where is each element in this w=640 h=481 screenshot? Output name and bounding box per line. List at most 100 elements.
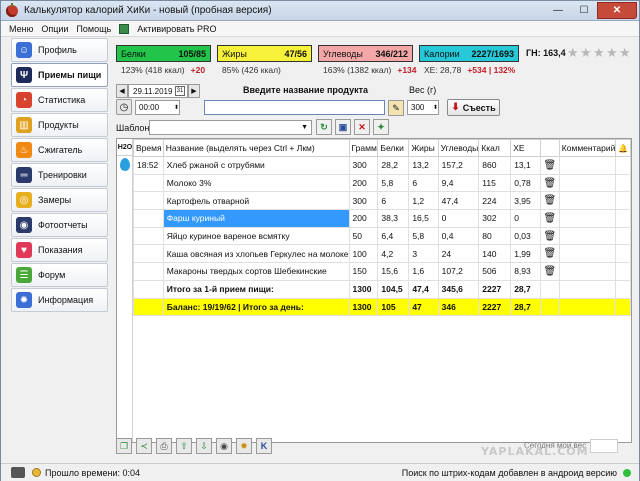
upload-icon[interactable]: ⇧ (176, 438, 192, 454)
sidebar-item[interactable]: ♨ Сжигатель (11, 138, 108, 162)
copy-icon[interactable]: ❐ (116, 438, 132, 454)
star-icon[interactable]: ★ (619, 46, 632, 59)
menu-help[interactable]: Помощь (76, 24, 111, 34)
cell (163, 333, 349, 351)
sidebar-item[interactable]: ═ Тренировки (11, 163, 108, 187)
cell: 224 (478, 191, 512, 211)
food-row[interactable]: Яйцо куриное вареное всмятку 50 6,4 5,8 0,4 8… (133, 226, 631, 246)
sidebar-item[interactable]: Ψ Приемы пищи (11, 63, 108, 87)
date-navigator: ◀ 29.11.2019 31 ▶ (116, 84, 200, 98)
trash-icon[interactable]: 🗑 (540, 226, 560, 246)
col-carbs[interactable]: Углеводы (437, 139, 480, 157)
time-field[interactable]: 00:00 ⬍ (135, 99, 180, 115)
product-input[interactable] (204, 100, 385, 115)
cell (134, 369, 164, 387)
vk-icon[interactable]: K (256, 438, 272, 454)
cell (378, 351, 409, 369)
sidebar-item[interactable]: ♥ Показания (11, 238, 108, 262)
trash-icon[interactable]: 🗑 (540, 191, 560, 211)
share-icon[interactable]: ≺ (136, 438, 152, 454)
star-icon[interactable]: ★ (567, 46, 580, 59)
template-select[interactable]: ▼ (149, 120, 312, 135)
day-balance-row[interactable]: Баланс: 19/19/62 | Итого за день: 1300 105… (133, 297, 631, 317)
clear-brush-icon[interactable]: ✎ (388, 100, 404, 116)
comment-cell[interactable] (558, 156, 617, 175)
minimize-button[interactable]: — (545, 2, 571, 19)
food-row[interactable]: Каша овсяная из хлопьев Геркулес на моло… (133, 244, 631, 264)
template-edit-icon[interactable]: ✦ (373, 119, 389, 135)
menu-main[interactable]: Меню (9, 24, 33, 34)
prev-day-button[interactable]: ◀ (116, 84, 128, 98)
next-day-button[interactable]: ▶ (188, 84, 200, 98)
col-time[interactable]: Время (133, 139, 164, 157)
date-picker[interactable]: 29.11.2019 31 (128, 84, 188, 98)
food-row[interactable]: Картофель отварной 300 6 1,2 47,4 224 3,95 🗑 (133, 191, 631, 211)
comment-cell[interactable] (558, 191, 617, 211)
today-weight-input[interactable] (590, 439, 618, 453)
camera-icon[interactable] (11, 467, 25, 478)
menu-options[interactable]: Опции (41, 24, 68, 34)
spinner-icon[interactable]: ⬍ (433, 104, 438, 111)
sidebar-item[interactable]: ☺ Профиль (11, 38, 108, 62)
status-message[interactable]: Поиск по штрих-кодам добавлен в андроид … (402, 468, 617, 478)
cell (559, 369, 616, 387)
col-grams[interactable]: Грамм (348, 139, 379, 157)
trash-icon[interactable]: 🗑 (540, 209, 560, 228)
date-value: 29.11.2019 (133, 86, 173, 96)
food-row[interactable]: Фарш куриный 200 38,3 16,5 0 302 0 🗑 (133, 209, 631, 228)
star-icon[interactable]: ★ (606, 46, 619, 59)
food-row[interactable]: Молоко 3% 200 5,8 6 9,4 115 0,78 🗑 (133, 173, 631, 193)
col-name[interactable]: Название (выделять через Ctrl + Лкм) (162, 139, 350, 157)
meal-total-row[interactable]: Итого за 1-й прием пищи: 1300 104,5 47,4 345… (133, 279, 631, 299)
maximize-button[interactable]: ☐ (571, 2, 597, 19)
comment-cell[interactable] (558, 173, 617, 193)
cell (133, 173, 164, 193)
trash-icon[interactable]: 🗑 (540, 262, 560, 281)
trash-icon[interactable]: 🗑 (540, 156, 560, 175)
comment-cell[interactable] (558, 226, 617, 246)
col-kcal[interactable]: Ккал (478, 139, 512, 157)
sidebar-item[interactable]: ◎ Замеры (11, 188, 108, 212)
cell (615, 156, 631, 175)
sidebar-item[interactable]: ✹ Информация (11, 288, 108, 312)
menu-activate-pro[interactable]: Активировать PRO (137, 24, 216, 34)
cell (349, 351, 378, 369)
delete-icon[interactable]: ✕ (354, 119, 370, 135)
sidebar-item-label: Приемы пищи (38, 70, 102, 80)
comment-cell[interactable] (558, 262, 617, 281)
comment-cell[interactable] (558, 244, 617, 264)
trash-icon[interactable]: 🗑 (540, 173, 560, 193)
star-icon[interactable]: ★ (580, 46, 593, 59)
col-protein[interactable]: Белки (377, 139, 410, 157)
refresh-icon[interactable]: ↻ (316, 119, 332, 135)
food-row[interactable]: Макароны твердых сортов Шебекинские 150 15… (133, 262, 631, 281)
col-comment[interactable]: Комментарий (558, 139, 617, 157)
save-icon[interactable]: ▣ (335, 119, 351, 135)
comment-cell[interactable] (558, 209, 617, 228)
trash-icon[interactable]: 🗑 (540, 244, 560, 264)
weight-input[interactable]: 300 ⬍ (407, 100, 439, 115)
calendar-icon[interactable]: 31 (175, 86, 185, 96)
cell: 346 (437, 297, 480, 317)
carbs-value: 346/212 (375, 48, 408, 59)
eat-button[interactable]: ⬇ Съесть (447, 99, 500, 116)
sidebar-item[interactable]: ☰ Форум (11, 263, 108, 287)
col-xe[interactable]: ХЕ (510, 139, 541, 157)
sidebar-item[interactable]: ◔ Статистика (11, 88, 108, 112)
settings-icon[interactable]: ✹ (236, 438, 252, 454)
camera-icon[interactable]: ◉ (216, 438, 232, 454)
col-fat[interactable]: Жиры (408, 139, 439, 157)
close-button[interactable]: ✕ (597, 2, 637, 19)
rating-stars[interactable]: ★ ★ ★ ★ ★ (567, 46, 632, 59)
download-icon[interactable]: ⇩ (196, 438, 212, 454)
bell-icon[interactable]: 🔔 (615, 139, 631, 157)
sidebar-item[interactable]: ▥ Продукты (11, 113, 108, 137)
star-icon[interactable]: ★ (593, 46, 606, 59)
spinner-icon[interactable]: ⬍ (174, 104, 179, 111)
food-row[interactable]: 18:52 Хлеб ржаной с отрубями 300 28,2 13,2 15… (133, 156, 631, 175)
clock-icon[interactable]: ◷ (116, 99, 132, 115)
print-icon[interactable]: ⎙ (156, 438, 172, 454)
cell: 100 (348, 244, 379, 264)
water-drop-icon[interactable] (120, 158, 130, 171)
sidebar-item[interactable]: ◉ Фотоотчеты (11, 213, 108, 237)
